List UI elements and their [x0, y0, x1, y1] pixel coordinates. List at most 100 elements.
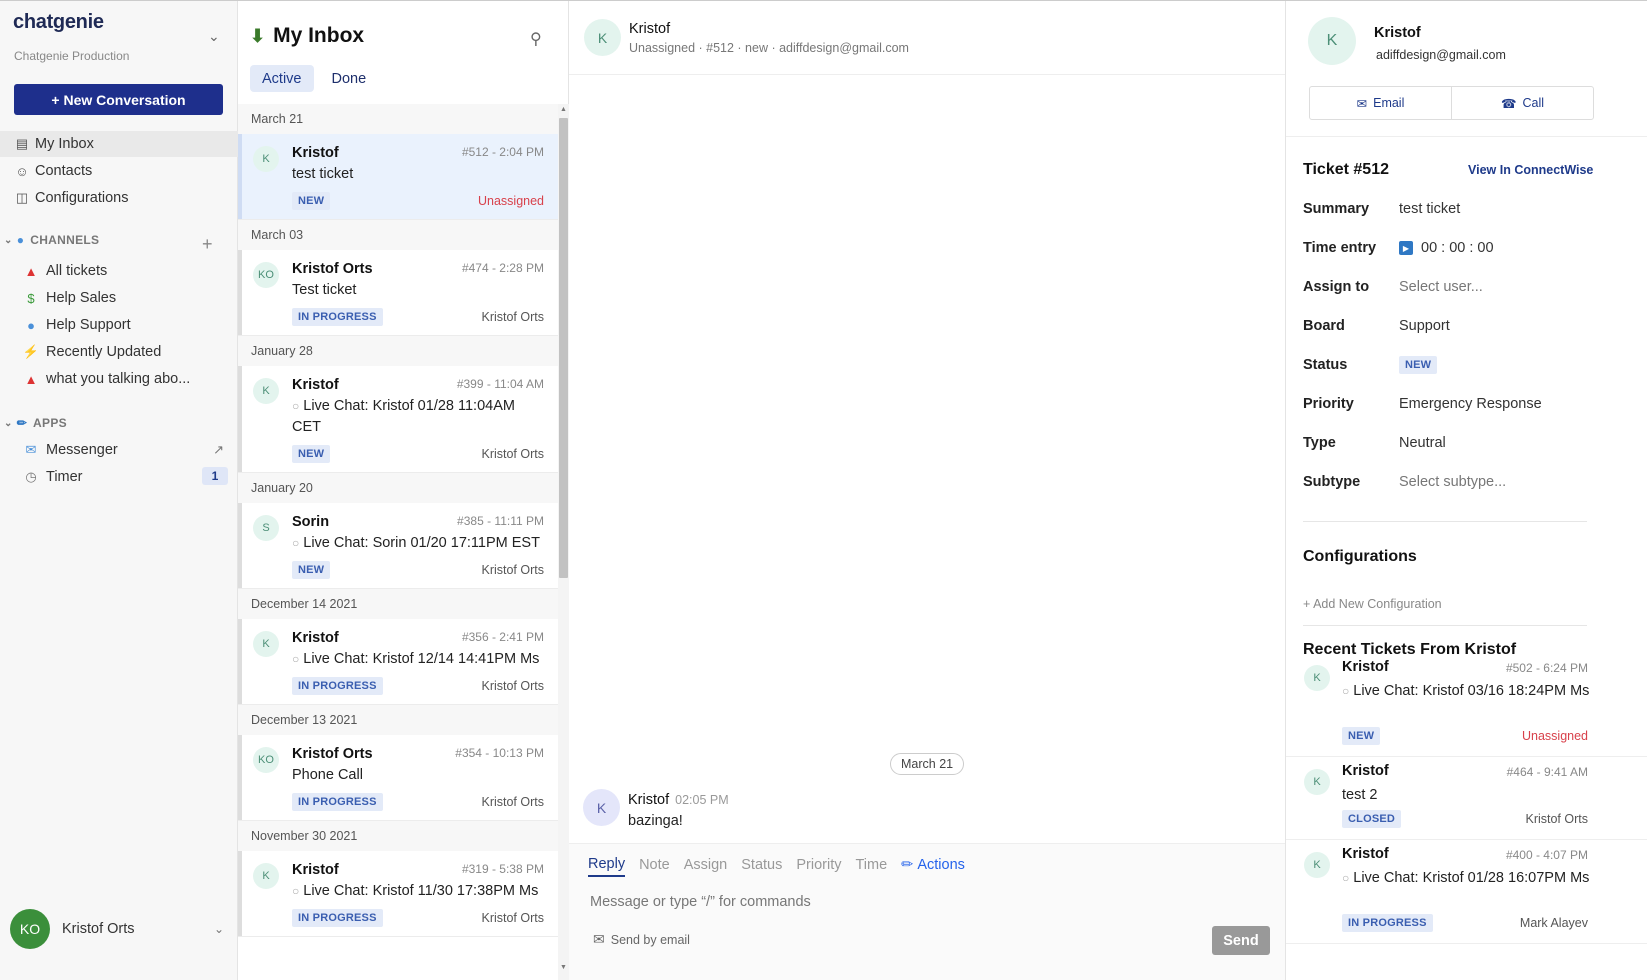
avatar: K	[1304, 852, 1330, 878]
tab-note[interactable]: Note	[639, 853, 670, 877]
inbox-icon: ▤	[15, 136, 29, 151]
channel-help-sales[interactable]: $ Help Sales	[22, 286, 232, 310]
board-select[interactable]: Support	[1399, 318, 1450, 334]
ticket-meta: #356 - 2:41 PM	[461, 630, 544, 644]
tab-assign[interactable]: Assign	[684, 853, 728, 877]
assignee: Kristof Orts	[481, 795, 544, 809]
conversation-group: November 30 2021 K Kristof #319 - 5:38 PM ○ L…	[238, 821, 558, 937]
field-label: Status	[1303, 357, 1348, 373]
new-conversation-button[interactable]: + New Conversation	[14, 84, 223, 115]
recent-ticket-item[interactable]: K Kristof #502 - 6:24 PM ○ Live Chat: Kristo…	[1286, 653, 1647, 757]
timer-count-badge: 1	[202, 467, 228, 485]
conversation-item[interactable]: K Kristof #399 - 11:04 AM ○ Live Chat: Krist…	[238, 366, 558, 472]
scrollbar-thumb[interactable]	[559, 118, 568, 578]
sidebar-item-configurations[interactable]: ◫ Configurations	[0, 185, 238, 211]
divider	[1303, 521, 1587, 522]
field-label: Assign to	[1303, 279, 1370, 295]
channel-recently-updated[interactable]: ⚡ Recently Updated	[22, 340, 232, 364]
assignee: Kristof Orts	[481, 911, 544, 925]
conversation-subject: ○ Live Chat: Kristof 11/30 17:38PM Ms	[292, 881, 544, 902]
recent-ticket-item[interactable]: K Kristof #464 - 9:41 AM test 2 CLOSED Kristo…	[1286, 757, 1647, 840]
app-messenger[interactable]: ✉ Messenger ↗	[22, 438, 232, 462]
assign-select[interactable]: Select user...	[1399, 279, 1483, 295]
tab-active[interactable]: Active	[250, 65, 314, 92]
assignee: Unassigned	[1521, 729, 1588, 743]
ticket-meta: #502 - 6:24 PM	[1505, 661, 1588, 675]
send-by-email-toggle[interactable]: ✉ Send by email	[593, 931, 690, 948]
status-badge: CLOSED	[1342, 810, 1402, 828]
status-badge: IN PROGRESS	[292, 793, 383, 811]
scrollbar[interactable]: ▲ ▼	[558, 104, 569, 980]
status-badge: IN PROGRESS	[292, 909, 383, 927]
channel-what-you-talking-about[interactable]: ▲ what you talking abo...	[22, 367, 232, 391]
conversation-item[interactable]: KO Kristof Orts #474 - 2:28 PM Test ticket I…	[238, 250, 558, 335]
field-time-entry: Time entry ▶ 00 : 00 : 00	[1303, 236, 1633, 260]
channel-help-support[interactable]: ● Help Support	[22, 313, 232, 337]
conversation-subject: ○ Live Chat: Kristof 01/28 11:04AM CET	[292, 396, 544, 438]
channel-label: what you talking abo...	[46, 371, 191, 387]
sidebar-item-my-inbox[interactable]: ▤ My Inbox	[0, 131, 238, 157]
tab-time[interactable]: Time	[855, 853, 887, 877]
call-button[interactable]: ☎ Call	[1451, 87, 1593, 119]
conversation-subject: test ticket	[292, 164, 544, 185]
external-link-icon[interactable]: ↗	[213, 442, 224, 458]
tab-status[interactable]: Status	[741, 853, 782, 877]
user-menu[interactable]: KO Kristof Orts ⌄	[10, 909, 230, 949]
field-assign-to: Assign to Select user...	[1303, 275, 1633, 299]
lightning-icon: ⚡	[22, 344, 40, 359]
tab-priority[interactable]: Priority	[796, 853, 841, 877]
type-select[interactable]: Neutral	[1399, 435, 1446, 451]
sidebar-item-contacts[interactable]: ☺ Contacts	[0, 158, 238, 184]
ticket-meta: #400 - 4:07 PM	[1505, 848, 1588, 862]
tab-done[interactable]: Done	[320, 65, 379, 92]
subject-text: Test ticket	[292, 282, 357, 298]
avatar: KO	[253, 747, 279, 773]
scroll-down-icon[interactable]: ▼	[560, 964, 567, 971]
subtype-select[interactable]: Select subtype...	[1399, 474, 1506, 490]
add-channel-icon[interactable]: +	[202, 234, 213, 255]
message-input[interactable]: Message or type “/” for commands	[590, 894, 811, 910]
add-configuration-button[interactable]: + Add New Configuration	[1303, 597, 1442, 611]
tab-reply[interactable]: Reply	[588, 853, 626, 877]
conversation-item[interactable]: K Kristof #356 - 2:41 PM ○ Live Chat: Kristo…	[238, 619, 558, 704]
collapse-chevron-icon: ⌄	[4, 234, 13, 246]
avatar: K	[1308, 17, 1356, 65]
assignee: Kristof Orts	[481, 447, 544, 461]
recent-ticket-item[interactable]: K Kristof #400 - 4:07 PM ○ Live Chat: Kristo…	[1286, 840, 1647, 944]
message-author: Kristof 02:05 PM	[628, 792, 729, 808]
conversation-item[interactable]: S Sorin #385 - 11:11 PM ○ Live Chat: Sorin 0…	[238, 503, 558, 588]
tab-actions[interactable]: ✏ Actions	[901, 853, 965, 877]
send-button[interactable]: Send	[1212, 926, 1270, 955]
subject-text: Live Chat: Kristof 12/14 14:41PM Ms	[303, 651, 540, 667]
priority-select[interactable]: Emergency Response	[1399, 396, 1542, 412]
ticket-title: Ticket #512	[1303, 161, 1389, 178]
workspace-chevron-down-icon[interactable]: ⌄	[208, 28, 220, 45]
status-select[interactable]: NEW	[1399, 356, 1438, 374]
app-timer[interactable]: ◷ Timer 1	[22, 465, 232, 489]
assignee: Kristof Orts	[1525, 812, 1588, 826]
channels-section-header[interactable]: ⌄ ● CHANNELS	[4, 230, 99, 250]
email-button[interactable]: ✉ Email	[1310, 87, 1451, 119]
conversation-header: K Kristof Unassigned · #512 · new · adif…	[569, 1, 1285, 75]
view-in-connectwise-link[interactable]: View In ConnectWise	[1468, 163, 1593, 177]
scroll-up-icon[interactable]: ▲	[560, 106, 567, 113]
channel-label: Help Support	[46, 317, 131, 333]
conversation-group: December 13 2021 KO Kristof Orts #354 - 10:…	[238, 705, 558, 821]
brand-logo: chatgenie	[13, 11, 104, 33]
conversation-item[interactable]: KO Kristof Orts #354 - 10:13 PM Phone Call I…	[238, 735, 558, 820]
summary-value[interactable]: test ticket	[1399, 201, 1460, 217]
section-label: APPS	[33, 416, 67, 430]
field-summary: Summary test ticket	[1303, 197, 1633, 221]
conversation-group: March 03 KO Kristof Orts #474 - 2:28 PM Test…	[238, 220, 558, 336]
chat-bubble-icon: ○	[1342, 684, 1350, 698]
channel-all-tickets[interactable]: ▲ All tickets	[22, 259, 232, 283]
search-icon[interactable]: ⚲	[530, 29, 542, 49]
conversation-item[interactable]: K Kristof #319 - 5:38 PM ○ Live Chat: Kristo…	[238, 851, 558, 936]
play-icon[interactable]: ▶	[1399, 241, 1413, 255]
conversation-panel: K Kristof Unassigned · #512 · new · adif…	[569, 1, 1285, 980]
user-name: Kristof Orts	[62, 921, 135, 937]
conversation-item[interactable]: K Kristof #512 - 2:04 PM test ticket NEW Unas…	[238, 134, 558, 219]
download-inbox-icon: ⬇	[250, 25, 266, 46]
time-entry-value: ▶ 00 : 00 : 00	[1399, 240, 1494, 256]
apps-section-header[interactable]: ⌄ ✏ APPS	[4, 413, 67, 433]
